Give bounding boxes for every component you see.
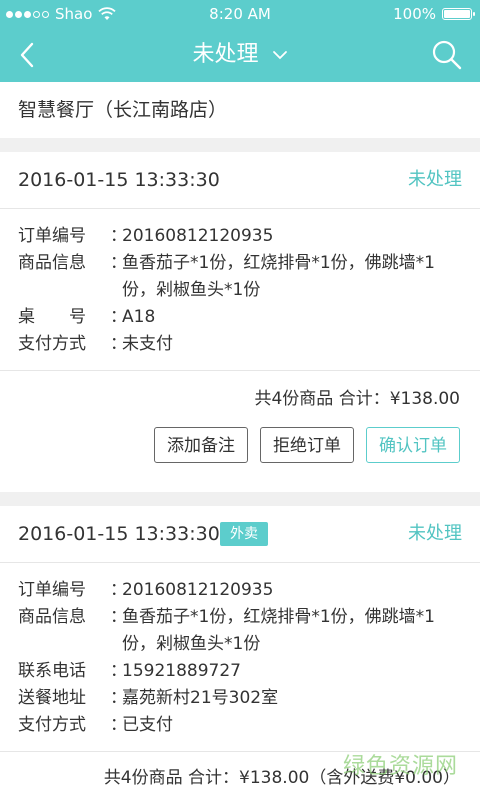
table-row: 桌 号 ： A18 (18, 304, 462, 331)
items-line-2: 份，剁椒鱼头*1份 (122, 634, 261, 654)
items-value: 鱼香茄子*1份，红烧排骨*1份，佛跳墙*1 份，剁椒鱼头*1份 (116, 604, 462, 658)
order-header: 2016-01-15 13:33:30 外卖 未处理 (0, 506, 480, 563)
payment-row: 支付方式 ： 未支付 (18, 331, 462, 358)
items-row: 商品信息 ： 鱼香茄子*1份，红烧排骨*1份，佛跳墙*1 份，剁椒鱼头*1份 (18, 604, 462, 658)
order-details: 订单编号 ： 20160812120935 商品信息 ： 鱼香茄子*1份，红烧排… (0, 563, 480, 751)
order-number-row: 订单编号 ： 20160812120935 (18, 223, 462, 250)
battery-percent: 100% (393, 5, 436, 23)
order-time: 2016-01-15 13:33:30 (18, 169, 220, 191)
payment-label: 支付方式 (18, 715, 86, 735)
search-button[interactable] (430, 38, 464, 72)
order-number-label: 订单编号 (18, 580, 86, 600)
phone-label: 联系电话 (18, 661, 86, 681)
order-actions: 添加备注 拒绝订单 确认订单 (0, 427, 480, 463)
address-label: 送餐地址 (18, 688, 86, 708)
items-row: 商品信息 ： 鱼香茄子*1份，红烧排骨*1份，佛跳墙*1 份，剁椒鱼头*1份 (18, 250, 462, 304)
order-time: 2016-01-15 13:33:30 (18, 523, 220, 545)
phone-number: 15921889727 (122, 661, 241, 681)
order-status: 未处理 (408, 169, 462, 190)
watermark: 绿色资源网 (342, 754, 458, 779)
items-label: 商品信息 (18, 253, 86, 273)
delivery-badge: 外卖 (220, 522, 268, 546)
items-label: 商品信息 (18, 607, 86, 627)
order-number: 20160812120935 (122, 580, 274, 600)
reject-order-button[interactable]: 拒绝订单 (260, 427, 354, 463)
battery-group: 100% (393, 0, 475, 28)
phone-row: 联系电话 ： 15921889727 (18, 658, 462, 685)
order-header: 2016-01-15 13:33:30 未处理 (0, 152, 480, 209)
add-remark-button[interactable]: 添加备注 (154, 427, 248, 463)
order-details: 订单编号 ： 20160812120935 商品信息 ： 鱼香茄子*1份，红烧排… (0, 209, 480, 370)
order-status: 未处理 (408, 523, 462, 544)
battery-icon (442, 8, 475, 20)
payment-status: 未支付 (122, 334, 173, 354)
order-card[interactable]: 2016-01-15 13:33:30 未处理 订单编号 ： 201608121… (0, 152, 480, 492)
items-line-1: 鱼香茄子*1份，红烧排骨*1份，佛跳墙*1 (122, 253, 435, 273)
status-bar: Shao 8:20 AM 100% (0, 0, 480, 28)
items-line-1: 鱼香茄子*1份，红烧排骨*1份，佛跳墙*1 (122, 607, 435, 627)
table-label: 桌 号 (18, 307, 86, 327)
search-icon (432, 40, 462, 70)
confirm-order-button[interactable]: 确认订单 (366, 427, 460, 463)
order-footer: 共4份商品 合计：¥138.00 添加备注 拒绝订单 确认订单 (0, 370, 480, 463)
order-total: 共4份商品 合计：¥138.00 (254, 389, 460, 409)
filter-dropdown[interactable]: 未处理 (0, 38, 480, 72)
app-header: Shao 8:20 AM 100% 未处理 (0, 0, 480, 82)
store-name: 智慧餐厅（长江南路店） (0, 82, 480, 138)
payment-label: 支付方式 (18, 334, 86, 354)
table-number: A18 (122, 307, 156, 327)
items-value: 鱼香茄子*1份，红烧排骨*1份，佛跳墙*1 份，剁椒鱼头*1份 (116, 250, 462, 304)
page-title: 未处理 (192, 42, 259, 67)
items-line-2: 份，剁椒鱼头*1份 (122, 280, 261, 300)
payment-row: 支付方式 ： 已支付 (18, 712, 462, 739)
chevron-down-icon (272, 51, 287, 60)
order-number-row: 订单编号 ： 20160812120935 (18, 577, 462, 604)
payment-status: 已支付 (122, 715, 173, 735)
order-number-label: 订单编号 (18, 226, 86, 246)
order-number: 20160812120935 (122, 226, 274, 246)
address-row: 送餐地址 ： 嘉苑新村21号302室 (18, 685, 462, 712)
delivery-address: 嘉苑新村21号302室 (122, 688, 279, 708)
